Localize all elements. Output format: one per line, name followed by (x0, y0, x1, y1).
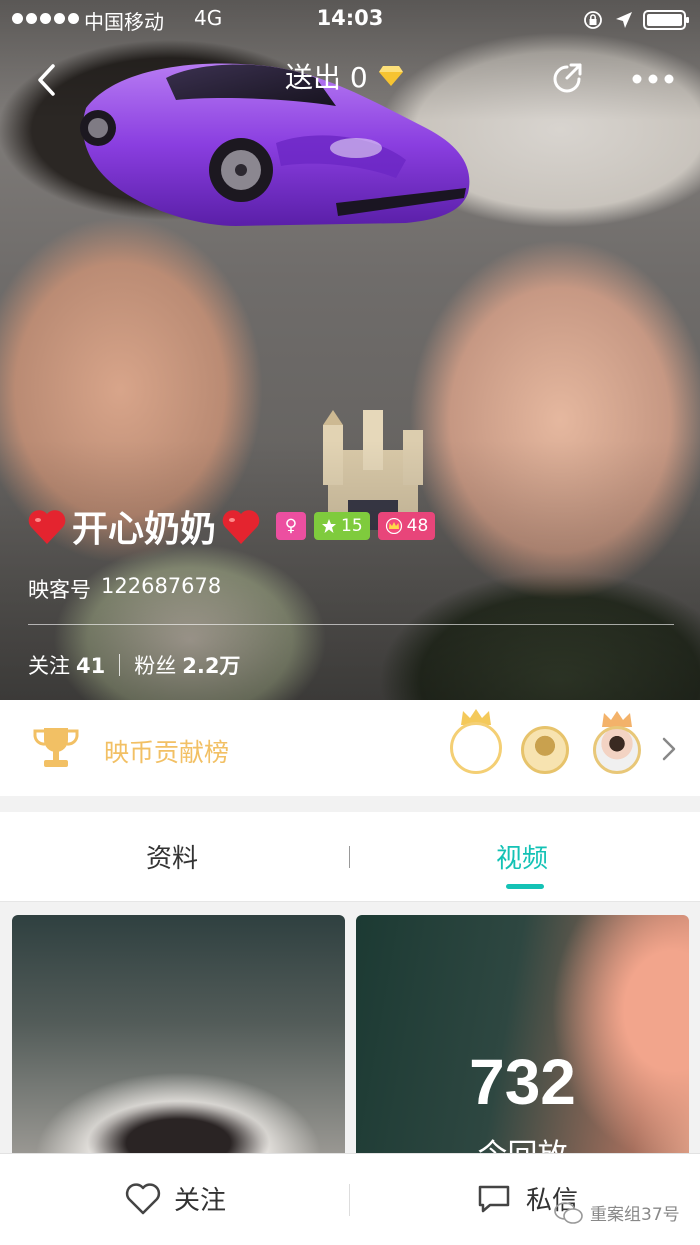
trophy-icon (33, 728, 79, 767)
chevron-right-icon (662, 737, 676, 761)
female-symbol-icon: ♀ (284, 516, 298, 536)
watermark: 重案组37号 (554, 1200, 680, 1225)
tab-info[interactable]: 资料 (146, 838, 198, 875)
wechat-logo-icon (554, 1201, 583, 1224)
followers-label: 粉丝 (134, 654, 177, 678)
heart-outline-icon (125, 1182, 161, 1214)
follow-button[interactable]: 关注 (124, 1180, 226, 1217)
following-stat[interactable]: 关注 41 (28, 650, 105, 680)
action-divider (349, 1184, 350, 1216)
bottom-action-bar: 关注 私信 重案组37号 (0, 1153, 700, 1245)
gender-badge: ♀ (276, 512, 307, 540)
contribution-ranking-bar[interactable]: 映币贡献榜 (0, 700, 700, 796)
user-id-line: 映客号 122687678 (28, 574, 221, 604)
profile-badges: ♀ 15 48 (276, 512, 436, 540)
vip-level-value: 48 (406, 516, 429, 536)
tab-videos[interactable]: 视频 (496, 838, 548, 875)
battery-icon (643, 10, 689, 30)
second-contributor-avatar[interactable] (521, 726, 569, 774)
sports-car-gift-image (80, 63, 470, 227)
profile-name: 开心奶奶 (72, 509, 217, 550)
crown-icon (385, 518, 402, 534)
ranking-label: 映币贡献榜 (104, 738, 230, 767)
status-bar: 中国移动 4G 14:03 (0, 0, 700, 40)
gifts-sent-label: 送出 0 (285, 61, 368, 94)
star-icon (322, 519, 337, 533)
location-arrow-icon (616, 12, 632, 28)
stats-separator (119, 654, 121, 676)
top-contributor-avatar[interactable] (450, 722, 502, 774)
heart-emoji-icon (28, 510, 66, 544)
diamond-icon (378, 66, 403, 86)
video-play-label: 今回放 (356, 1130, 689, 1155)
follow-stats: 关注 41 粉丝 2.2万 (28, 650, 240, 680)
level-badge: 15 (314, 512, 370, 540)
vip-badge: 48 (377, 512, 436, 540)
watermark-text: 重案组37号 (590, 1205, 680, 1225)
gifts-sent-counter: 送出 0 (285, 56, 404, 96)
followers-stat[interactable]: 粉丝 2.2万 (134, 650, 240, 680)
third-contributor-avatar[interactable] (593, 726, 641, 774)
following-count: 41 (76, 654, 106, 678)
video-play-count: 732 (469, 1046, 576, 1118)
user-id-label: 映客号 (28, 578, 91, 602)
followers-count: 2.2万 (182, 654, 241, 678)
heart-emoji-icon (222, 510, 260, 544)
chat-bubble-icon (478, 1185, 510, 1212)
share-icon[interactable] (549, 61, 585, 97)
profile-tabs: 资料 视频 (0, 812, 700, 902)
video-thumbnail[interactable] (12, 915, 345, 1155)
active-tab-indicator (506, 884, 544, 889)
profile-name-row: 开心奶奶 ♀ 15 48 (26, 500, 436, 552)
level-value: 15 (341, 516, 363, 536)
back-button[interactable] (28, 58, 68, 102)
user-id-value: 122687678 (101, 574, 222, 598)
more-options-icon[interactable] (630, 64, 676, 94)
follow-label: 关注 (174, 1186, 227, 1216)
following-label: 关注 (28, 654, 70, 678)
hero-divider (28, 624, 674, 625)
video-thumbnail[interactable]: 732 今回放 (356, 915, 689, 1155)
rotation-lock-icon (584, 11, 602, 29)
tab-divider (349, 846, 350, 868)
